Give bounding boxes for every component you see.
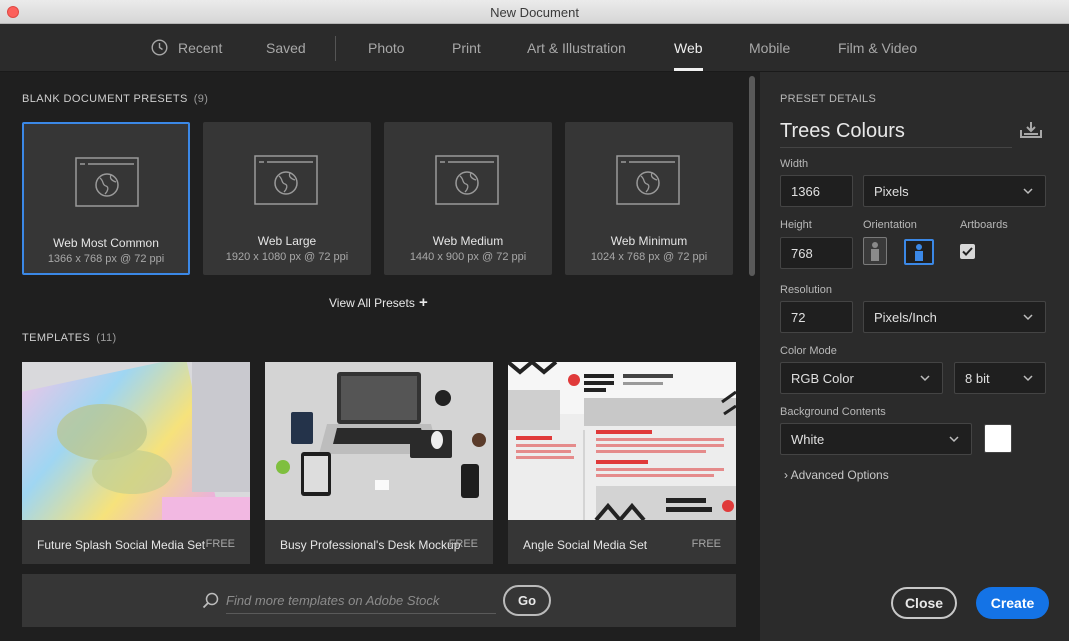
presets-section-heading: BLANK DOCUMENT PRESETS (9)	[22, 93, 208, 105]
preset-name: Web Medium	[432, 234, 504, 248]
background-contents-select[interactable]: White	[780, 423, 972, 455]
chevron-down-icon	[1023, 314, 1033, 321]
preset-name: Web Minimum	[610, 234, 688, 248]
chevron-down-icon	[949, 436, 959, 443]
template-name: Future Splash Social Media Set	[37, 538, 206, 552]
tab-mobile[interactable]: Mobile	[749, 40, 790, 56]
background-contents-label: Background Contents	[780, 406, 886, 418]
templates-count: (11)	[96, 332, 117, 344]
template-price: FREE	[448, 538, 478, 550]
artboards-checkbox[interactable]	[960, 244, 975, 259]
presets-section-label: BLANK DOCUMENT PRESETS	[22, 93, 188, 105]
preset-name: Web Large	[257, 234, 317, 248]
preset-dimensions: 1366 x 768 px @ 72 ppi	[47, 253, 165, 265]
preset-details-panel: PRESET DETAILS Trees Colours Width 1366 …	[760, 72, 1069, 641]
template-name: Busy Professional's Desk Mockup	[280, 538, 461, 552]
width-label: Width	[780, 158, 809, 170]
bit-depth-select[interactable]: 8 bit	[954, 362, 1046, 394]
resolution-label: Resolution	[780, 284, 832, 296]
template-name: Angle Social Media Set	[523, 538, 648, 552]
chevron-down-icon	[1023, 375, 1033, 382]
scrollbar[interactable]	[749, 76, 755, 276]
template-thumbnail	[508, 362, 736, 520]
width-unit-value: Pixels	[874, 184, 909, 199]
portrait-orientation-button[interactable]	[863, 237, 887, 265]
chevron-right-icon: ›	[784, 468, 788, 482]
portrait-icon	[871, 242, 879, 261]
web-document-icon	[75, 157, 139, 207]
window-title: New Document	[490, 5, 579, 20]
save-preset-icon[interactable]	[1019, 120, 1043, 140]
height-label: Height	[780, 219, 812, 231]
chevron-down-icon	[1023, 188, 1033, 195]
go-button[interactable]: Go	[503, 585, 551, 616]
template-card[interactable]: Angle Social Media Set FREE	[508, 362, 736, 564]
width-unit-select[interactable]: Pixels	[863, 175, 1046, 207]
chevron-down-icon	[920, 375, 930, 382]
close-button[interactable]: Close	[891, 587, 957, 619]
tab-print[interactable]: Print	[452, 40, 481, 56]
clock-icon	[151, 39, 168, 56]
color-mode-select[interactable]: RGB Color	[780, 362, 943, 394]
preset-name: Web Most Common	[53, 236, 159, 250]
preset-dimensions: 1024 x 768 px @ 72 ppi	[590, 251, 708, 263]
resolution-input[interactable]: 72	[780, 301, 853, 333]
template-price: FREE	[205, 538, 235, 550]
preset-card[interactable]: Web Medium 1440 x 900 px @ 72 ppi	[384, 122, 552, 275]
tab-art-illustration[interactable]: Art & Illustration	[527, 40, 626, 56]
tab-recent[interactable]: Recent	[178, 40, 222, 56]
preset-dimensions: 1920 x 1080 px @ 72 ppi	[225, 251, 349, 263]
resolution-unit-select[interactable]: Pixels/Inch	[863, 301, 1046, 333]
template-card[interactable]: Busy Professional's Desk Mockup FREE	[265, 362, 493, 564]
tab-film-video[interactable]: Film & Video	[838, 40, 917, 56]
template-card[interactable]: Future Splash Social Media Set FREE	[22, 362, 250, 564]
tab-saved[interactable]: Saved	[266, 40, 306, 56]
resolution-unit-value: Pixels/Inch	[874, 310, 937, 325]
artboards-label: Artboards	[960, 219, 1008, 231]
color-mode-value: RGB Color	[791, 371, 854, 386]
template-thumbnail	[265, 362, 493, 520]
web-document-icon	[254, 155, 318, 205]
templates-section-heading: TEMPLATES (11)	[22, 332, 117, 344]
template-price: FREE	[691, 538, 721, 550]
preset-card[interactable]: Web Most Common 1366 x 768 px @ 72 ppi	[22, 122, 190, 275]
web-document-icon	[435, 155, 499, 205]
active-tab-indicator	[674, 68, 703, 71]
background-color-swatch[interactable]	[984, 424, 1012, 453]
bit-depth-value: 8 bit	[965, 371, 990, 386]
preset-details-heading: PRESET DETAILS	[780, 93, 877, 105]
landscape-orientation-button[interactable]	[904, 239, 934, 265]
preset-name-field[interactable]: Trees Colours	[780, 120, 1012, 148]
tab-divider	[335, 36, 336, 61]
category-tabs: Recent Saved Photo Print Art & Illustrat…	[0, 24, 1069, 72]
title-bar: New Document	[0, 0, 1069, 24]
view-all-presets-link[interactable]: View All Presets	[329, 296, 415, 310]
width-input[interactable]: 1366	[780, 175, 853, 207]
preset-card[interactable]: Web Large 1920 x 1080 px @ 72 ppi	[203, 122, 371, 275]
template-thumbnail	[22, 362, 250, 520]
web-document-icon	[616, 155, 680, 205]
create-button[interactable]: Create	[976, 587, 1049, 619]
stock-search-input[interactable]	[226, 588, 496, 614]
presets-area: BLANK DOCUMENT PRESETS (9) Web Most Commo…	[0, 72, 760, 641]
orientation-label: Orientation	[863, 219, 917, 231]
presets-count: (9)	[193, 93, 209, 105]
plus-icon[interactable]: +	[419, 295, 428, 310]
preset-dimensions: 1440 x 900 px @ 72 ppi	[409, 251, 527, 263]
background-contents-value: White	[791, 432, 825, 447]
landscape-icon	[915, 244, 923, 261]
tab-web[interactable]: Web	[674, 40, 703, 56]
stock-search-bar: Go	[22, 574, 736, 627]
checkmark-icon	[962, 247, 973, 256]
preset-card[interactable]: Web Minimum 1024 x 768 px @ 72 ppi	[565, 122, 733, 275]
search-icon	[202, 592, 219, 609]
advanced-options-label: Advanced Options	[790, 468, 889, 482]
color-mode-label: Color Mode	[780, 345, 837, 357]
advanced-options-toggle[interactable]: › Advanced Options	[784, 468, 889, 482]
templates-section-label: TEMPLATES	[22, 332, 91, 344]
tab-photo[interactable]: Photo	[368, 40, 405, 56]
height-input[interactable]: 768	[780, 237, 853, 269]
